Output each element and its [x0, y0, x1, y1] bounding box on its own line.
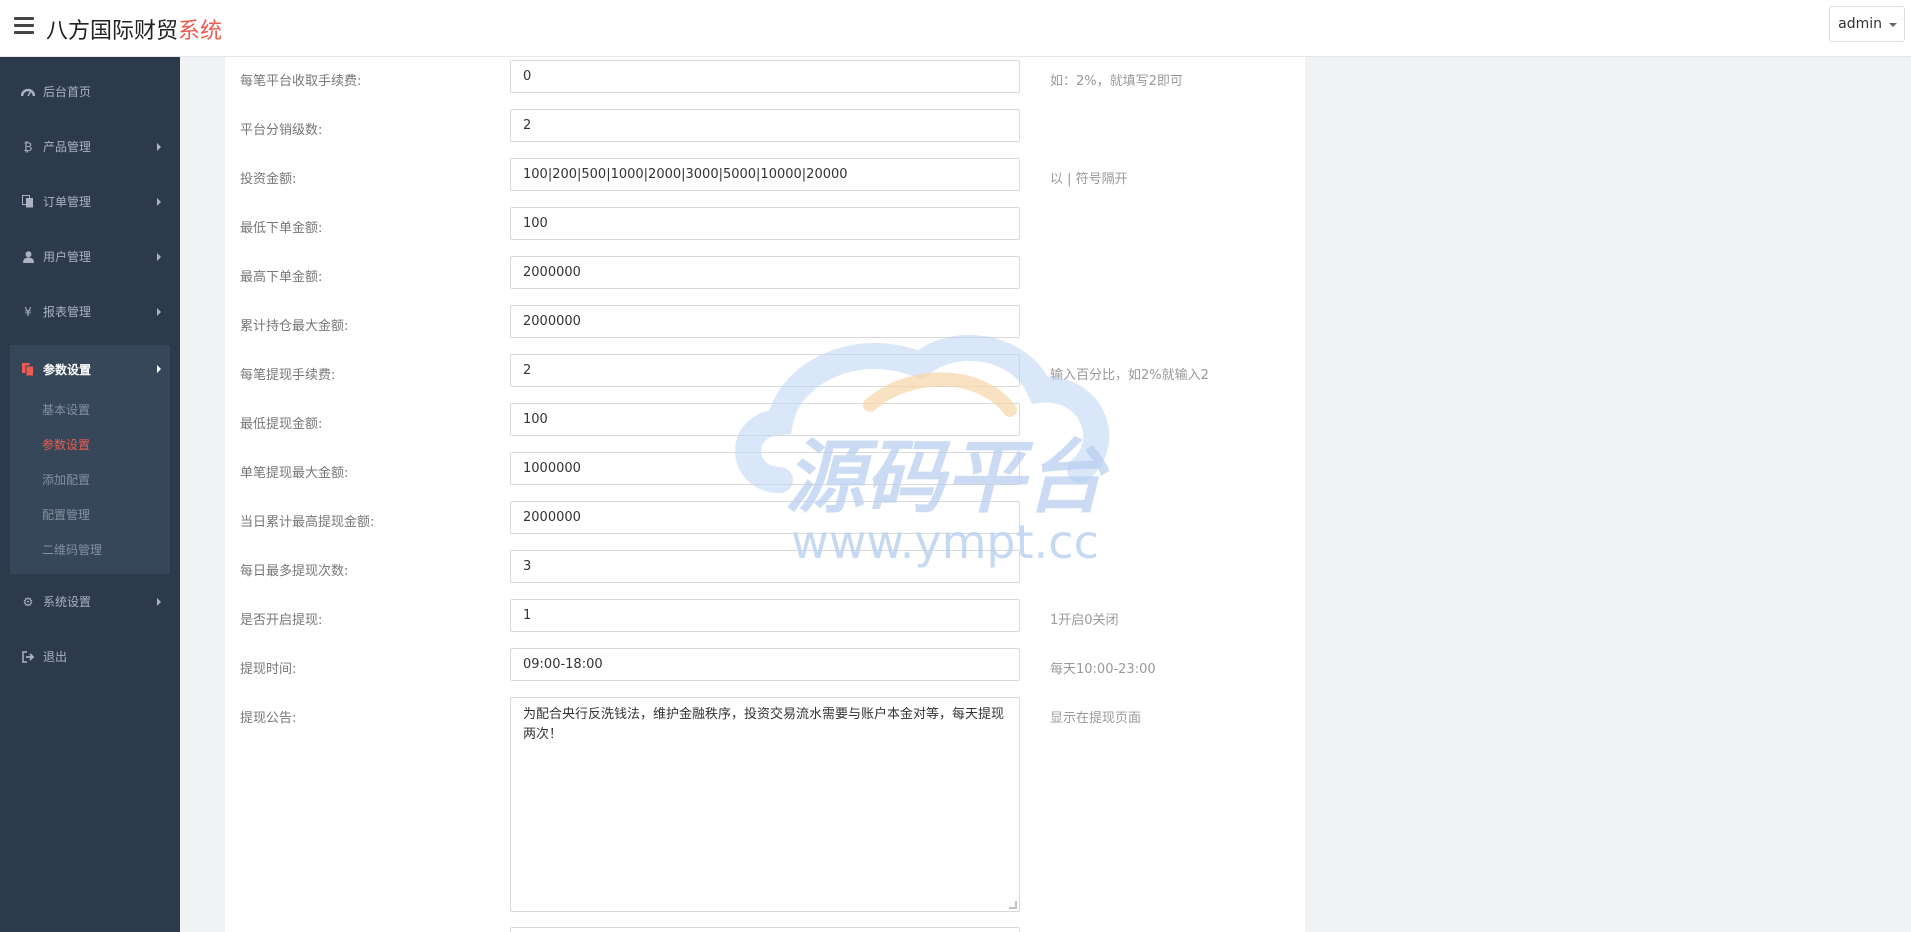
dashboard-icon	[20, 85, 36, 99]
caret-down-icon	[1889, 23, 1897, 27]
form-row: 每日最多提现次数: 3	[225, 550, 1305, 585]
withdraw-fee-input[interactable]: 2	[510, 354, 1020, 387]
next-field-input[interactable]	[510, 927, 1020, 932]
sidebar: 后台首页 ₿ 产品管理 订单管理 用户管理 ¥ 报表管理 参数设置 基本设置 参…	[0, 57, 180, 932]
copy-icon	[20, 195, 36, 209]
sidebar-subitem-qrcode-manage[interactable]: 二维码管理	[10, 533, 170, 568]
withdraw-enabled-input[interactable]: 1	[510, 599, 1020, 632]
field-label: 每笔平台收取手续费:	[240, 74, 362, 89]
field-hint: 以 | 符号隔开	[1050, 172, 1128, 187]
withdraw-notice-textarea[interactable]: 为配合央行反洗钱法，维护金融秩序，投资交易流水需要与账户本金对等，每天提现两次！	[510, 697, 1020, 912]
sidebar-item-label: 系统设置	[43, 595, 92, 609]
max-position-input[interactable]: 2000000	[510, 305, 1020, 338]
caret-right-icon	[157, 142, 161, 151]
daily-withdraw-count-input[interactable]: 3	[510, 550, 1020, 583]
max-single-withdraw-input[interactable]: 1000000	[510, 452, 1020, 485]
form-row: 平台分销级数: 2	[225, 109, 1305, 144]
caret-right-icon	[157, 597, 161, 606]
sidebar-item-label: 用户管理	[43, 250, 92, 264]
notice-text: 为配合央行反洗钱法，维护金融秩序，投资交易流水需要与账户本金对等，每天提现两次！	[523, 707, 1005, 742]
form-row: 提现时间: 09:00-18:00 每天10:00-23:00	[225, 648, 1305, 683]
field-hint: 如：2%，就填写2即可	[1050, 74, 1183, 89]
form-row: 累计持仓最大金额: 2000000	[225, 305, 1305, 340]
sidebar-item-label: 报表管理	[43, 305, 92, 319]
user-dropdown[interactable]: admin	[1829, 6, 1905, 42]
yen-icon: ¥	[24, 304, 32, 319]
sidebar-item-users[interactable]: 用户管理	[0, 229, 180, 284]
field-hint: 每天10:00-23:00	[1050, 662, 1156, 677]
withdraw-time-input[interactable]: 09:00-18:00	[510, 648, 1020, 681]
brand-main: 八方国际财贸	[46, 19, 179, 44]
form-row: 单笔提现最大金额: 1000000	[225, 452, 1305, 487]
caret-right-icon	[157, 365, 161, 373]
sidebar-item-label: 退出	[43, 650, 68, 664]
sign-out-icon	[20, 650, 36, 664]
cogs-icon: ⚙	[22, 594, 34, 609]
app-title: 八方国际财贸系统	[46, 13, 222, 45]
distribution-levels-input[interactable]: 2	[510, 109, 1020, 142]
max-daily-withdraw-input[interactable]: 2000000	[510, 501, 1020, 534]
form-row: 最高下单金额: 2000000	[225, 256, 1305, 291]
platform-fee-input[interactable]: 0	[510, 60, 1020, 93]
field-label: 单笔提现最大金额:	[240, 466, 349, 481]
sidebar-subitem-basic-settings[interactable]: 基本设置	[10, 393, 170, 428]
field-label: 每笔提现手续费:	[240, 368, 336, 383]
sidebar-item-label: 产品管理	[43, 140, 92, 154]
sidebar-item-orders[interactable]: 订单管理	[0, 174, 180, 229]
form-row: 最低提现金额: 100	[225, 403, 1305, 438]
sidebar-item-label: 参数设置	[43, 362, 92, 377]
main-content: 每笔平台收取手续费: 0 如：2%，就填写2即可 平台分销级数: 2 投资金额:…	[180, 57, 1911, 932]
field-hint: 输入百分比，如2%就输入2	[1050, 368, 1209, 383]
min-order-input[interactable]: 100	[510, 207, 1020, 240]
sidebar-subitem-add-config[interactable]: 添加配置	[10, 463, 170, 498]
form-row: 提现公告: 为配合央行反洗钱法，维护金融秩序，投资交易流水需要与账户本金对等，每…	[225, 697, 1305, 912]
hamburger-menu-icon[interactable]	[14, 17, 34, 39]
sidebar-subitem-param-settings[interactable]: 参数设置	[10, 428, 170, 463]
brand-accent: 系统	[178, 19, 223, 44]
sidebar-item-label: 订单管理	[43, 195, 92, 209]
bitcoin-icon: ₿	[23, 139, 33, 154]
field-label: 提现时间:	[240, 662, 297, 677]
field-hint: 1开启0关闭	[1050, 613, 1119, 628]
form-row: 投资金额: 100|200|500|1000|2000|3000|5000|10…	[225, 158, 1305, 193]
params-form-panel: 每笔平台收取手续费: 0 如：2%，就填写2即可 平台分销级数: 2 投资金额:…	[225, 57, 1305, 932]
user-name: admin	[1838, 16, 1882, 32]
caret-right-icon	[157, 307, 161, 316]
sidebar-subitem-config-manage[interactable]: 配置管理	[10, 498, 170, 533]
sidebar-item-system-settings[interactable]: ⚙ 系统设置	[0, 574, 180, 629]
min-withdraw-input[interactable]: 100	[510, 403, 1020, 436]
form-row: 是否开启提现: 1 1开启0关闭	[225, 599, 1305, 634]
sidebar-group-params: 参数设置 基本设置 参数设置 添加配置 配置管理 二维码管理	[10, 345, 170, 574]
user-icon	[20, 250, 36, 264]
field-label: 平台分销级数:	[240, 123, 323, 138]
field-label: 最低下单金额:	[240, 221, 323, 236]
field-label: 最高下单金额:	[240, 270, 323, 285]
caret-right-icon	[157, 252, 161, 261]
form-row: 当日累计最高提现金额: 2000000	[225, 501, 1305, 536]
sidebar-item-logout[interactable]: 退出	[0, 629, 180, 684]
files-icon	[20, 362, 36, 376]
caret-right-icon	[157, 197, 161, 206]
form-row: 每笔提现手续费: 2 输入百分比，如2%就输入2	[225, 354, 1305, 389]
sidebar-item-label: 后台首页	[43, 85, 92, 99]
field-label: 提现公告:	[240, 711, 297, 726]
field-label: 投资金额:	[240, 172, 297, 187]
top-bar: 八方国际财贸系统 admin	[0, 0, 1911, 57]
sidebar-item-dashboard[interactable]: 后台首页	[0, 64, 180, 119]
field-hint: 显示在提现页面	[1050, 711, 1142, 726]
investment-amounts-input[interactable]: 100|200|500|1000|2000|3000|5000|10000|20…	[510, 158, 1020, 191]
form-row: 每笔平台收取手续费: 0 如：2%，就填写2即可	[225, 60, 1305, 95]
field-label: 每日最多提现次数:	[240, 564, 349, 579]
resize-handle-icon[interactable]	[1009, 901, 1017, 909]
form-row: 最低下单金额: 100	[225, 207, 1305, 242]
field-label: 累计持仓最大金额:	[240, 319, 349, 334]
field-label: 是否开启提现:	[240, 613, 323, 628]
sidebar-item-reports[interactable]: ¥ 报表管理	[0, 284, 180, 339]
sidebar-item-params[interactable]: 参数设置	[10, 345, 170, 393]
sidebar-item-products[interactable]: ₿ 产品管理	[0, 119, 180, 174]
field-label: 当日累计最高提现金额:	[240, 515, 375, 530]
max-order-input[interactable]: 2000000	[510, 256, 1020, 289]
field-label: 最低提现金额:	[240, 417, 323, 432]
